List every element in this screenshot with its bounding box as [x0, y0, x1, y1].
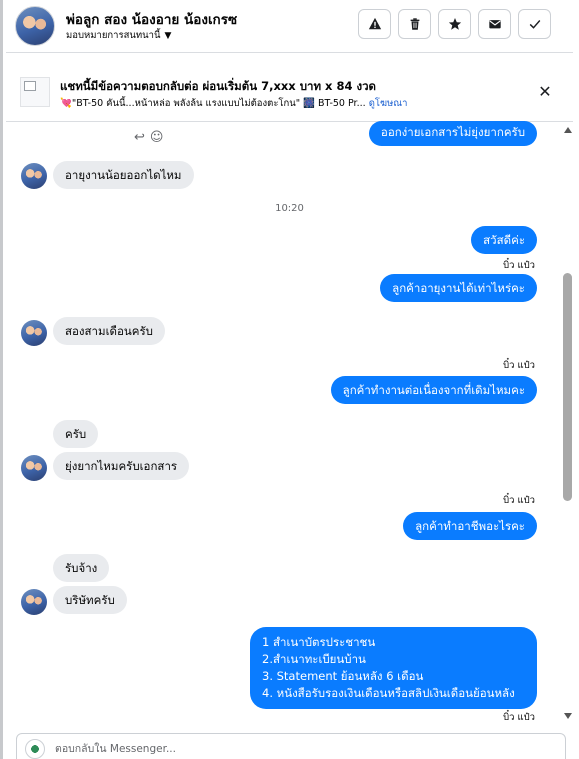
message-bubble-outgoing-document-list[interactable]: 1 สำเนาบัตรประชาชน 2.สำเนาทะเบียนบ้าน 3.… — [250, 627, 537, 709]
mark-done-button[interactable] — [518, 9, 551, 39]
message-line: 3. Statement ย้อนหลัง 6 เดือน — [262, 669, 424, 683]
conversation-header: พ่อลูก สอง น้องอาย น้องเกรซ มอบหมายการสน… — [0, 0, 579, 759]
message-bubble-incoming[interactable]: ครับ — [53, 420, 99, 448]
reply-composer[interactable] — [16, 733, 566, 759]
scroll-thumb[interactable] — [563, 273, 572, 501]
reply-input[interactable] — [55, 739, 545, 759]
message-bubble-outgoing[interactable]: ลูกค้าทำงานต่อเนื่องจากที่เดิมไหมคะ — [330, 376, 537, 404]
header-divider — [6, 52, 573, 53]
customer-avatar — [21, 163, 47, 189]
header-actions — [358, 9, 551, 39]
report-button[interactable] — [358, 9, 391, 39]
scroll-up-arrow-icon[interactable] — [564, 127, 572, 133]
mark-unread-button[interactable] — [478, 9, 511, 39]
ad-thumbnail-image[interactable] — [20, 77, 50, 107]
ad-title: แชทนี้มีข้อความตอบกลับต่อ ผ่อนเริ่มต้น 7… — [60, 79, 377, 93]
sender-name: บิ๋ว แป๋ว — [503, 712, 535, 723]
customer-avatar — [21, 455, 47, 481]
warning-icon — [368, 17, 381, 30]
message-scrollbar[interactable] — [562, 123, 574, 723]
check-icon — [529, 20, 540, 29]
message-bubble-incoming[interactable]: อายุงานน้อยออกไดไหม — [53, 161, 194, 189]
message-bubble-outgoing[interactable]: ลูกค้าทำอาชีพอะไรคะ — [403, 512, 537, 540]
contact-name[interactable]: พ่อลูก สอง น้องอาย น้องเกรซ — [66, 8, 237, 30]
sender-name: บิ๋ว แป๋ว — [503, 360, 535, 371]
customer-avatar — [21, 589, 47, 615]
message-bubble-incoming[interactable]: สองสามเดือนครับ — [53, 317, 165, 345]
timestamp: 10:20 — [275, 203, 304, 214]
message-line: 1 สำเนาบัตรประชาชน — [262, 635, 376, 649]
ad-subtitle-line: 💘"BT-50 คันนี้...หน้าหล่อ พลังล้น แรงแบบ… — [60, 96, 407, 111]
envelope-icon — [488, 20, 501, 29]
message-line: 4. หนังสือรับรองเงินเดือนหรือสลิปเงินเดื… — [262, 686, 515, 700]
view-ad-link[interactable]: ดูโฆษณา — [369, 98, 408, 109]
message-bubble-outgoing[interactable]: สวัสดีค่ะ — [471, 226, 537, 254]
customer-avatar — [21, 320, 47, 346]
star-button[interactable] — [438, 9, 471, 39]
trash-icon — [410, 18, 419, 30]
message-bubble-outgoing[interactable]: ลูกค้าอายุงานได้เท่าไหร่คะ — [380, 274, 537, 302]
caret-down-icon: ▼ — [164, 30, 172, 41]
close-icon[interactable]: ✕ — [535, 82, 555, 102]
ad-context-banner: แชทนี้มีข้อความตอบกลับต่อ ผ่อนเริ่มต้น 7… — [6, 64, 573, 120]
delete-button[interactable] — [398, 9, 431, 39]
ad-subtitle: 💘"BT-50 คันนี้...หน้าหล่อ พลังล้น แรงแบบ… — [60, 98, 366, 109]
page-avatar — [25, 739, 45, 759]
sender-name: บิ๋ว แป๋ว — [503, 495, 535, 506]
message-bubble-incoming[interactable]: รับจ้าง — [53, 554, 110, 582]
assign-label: มอบหมายการสนทนานี้ — [66, 30, 161, 41]
scroll-down-arrow-icon[interactable] — [564, 713, 572, 719]
message-bubble-incoming[interactable]: บริษัทครับ — [53, 586, 127, 614]
star-icon — [448, 18, 461, 30]
message-reactions: ↩ ☺ — [134, 130, 163, 145]
emoji-react-icon[interactable]: ☺ — [150, 130, 164, 145]
contact-avatar[interactable] — [15, 6, 55, 46]
message-line: 2.สำเนาทะเบียนบ้าน — [262, 652, 366, 666]
message-bubble-incoming[interactable]: ยุ่งยากไหมครับเอกสาร — [53, 452, 190, 480]
reply-icon[interactable]: ↩ — [134, 130, 145, 145]
sender-name: บิ๋ว แป๋ว — [503, 260, 535, 271]
message-bubble-outgoing[interactable]: ออกง่ายเอกสารไม่ยุ่งยากครับ — [368, 121, 537, 146]
assign-conversation-dropdown[interactable]: มอบหมายการสนทนานี้ ▼ — [66, 28, 171, 43]
message-thread: ↩ ☺ ออกง่ายเอกสารไม่ยุ่งยากครับ อายุงานน… — [0, 121, 579, 726]
